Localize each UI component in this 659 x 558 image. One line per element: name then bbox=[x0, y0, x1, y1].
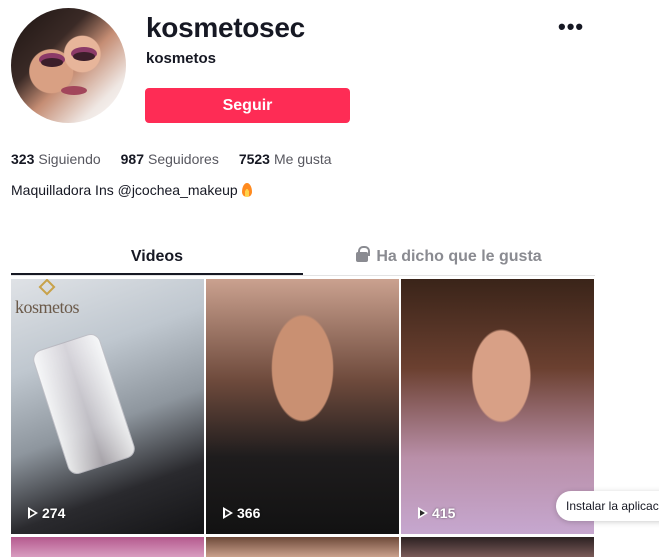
profile-bio: Maquilladora Ins @jcochea_makeup bbox=[11, 182, 252, 198]
video-card[interactable]: 366 bbox=[206, 279, 399, 534]
avatar-lips bbox=[61, 86, 87, 95]
brand-logo-icon bbox=[38, 279, 56, 296]
tab-liked[interactable]: Ha dicho que le gusta bbox=[303, 240, 595, 275]
bio-text: Maquilladora Ins @jcochea_makeup bbox=[11, 182, 238, 198]
product-bottle bbox=[30, 331, 138, 477]
video-view-count: 415 bbox=[432, 505, 456, 521]
video-card[interactable] bbox=[11, 537, 204, 557]
video-card[interactable]: kosmetos 274 bbox=[11, 279, 204, 534]
profile-avatar bbox=[11, 8, 126, 123]
likes-label: Me gusta bbox=[273, 151, 332, 167]
following-label: Siguiendo bbox=[38, 151, 101, 167]
followers-count: 987 bbox=[120, 151, 144, 167]
profile-username: kosmetosec bbox=[146, 12, 305, 43]
play-icon bbox=[418, 507, 428, 519]
profile-tabs: Videos Ha dicho que le gusta bbox=[11, 240, 595, 276]
play-icon bbox=[223, 507, 233, 519]
fire-icon bbox=[241, 183, 252, 197]
profile-stats: 323 Siguiendo 987 Seguidores 7523 Me gusta bbox=[11, 151, 332, 167]
follow-button[interactable]: Seguir bbox=[145, 88, 350, 123]
video-views: 366 bbox=[223, 505, 260, 521]
avatar-eye bbox=[41, 58, 63, 67]
stat-followers[interactable]: 987 Seguidores bbox=[121, 151, 219, 167]
tab-liked-label: Ha dicho que le gusta bbox=[376, 248, 542, 265]
following-count: 323 bbox=[11, 151, 35, 167]
stat-likes: 7523 Me gusta bbox=[239, 151, 332, 167]
followers-label: Seguidores bbox=[148, 151, 219, 167]
video-card[interactable] bbox=[401, 537, 594, 557]
likes-count: 7523 bbox=[238, 151, 270, 167]
video-view-count: 366 bbox=[237, 505, 261, 521]
profile-nickname: kosmetos bbox=[146, 50, 217, 67]
video-grid: kosmetos 274 366 415 bbox=[11, 279, 595, 557]
video-view-count: 274 bbox=[42, 505, 66, 521]
play-icon bbox=[28, 507, 38, 519]
install-app-button[interactable]: Instalar la aplicación bbox=[556, 491, 659, 521]
lock-icon bbox=[356, 246, 371, 262]
video-views: 415 bbox=[418, 505, 455, 521]
tab-videos[interactable]: Videos bbox=[11, 240, 303, 275]
video-card[interactable] bbox=[206, 537, 399, 557]
video-brand-text: kosmetos bbox=[15, 297, 80, 317]
more-options-icon[interactable]: ••• bbox=[558, 14, 584, 40]
avatar-eye bbox=[73, 52, 95, 61]
video-views: 274 bbox=[28, 505, 65, 521]
stat-following[interactable]: 323 Siguiendo bbox=[11, 151, 101, 167]
